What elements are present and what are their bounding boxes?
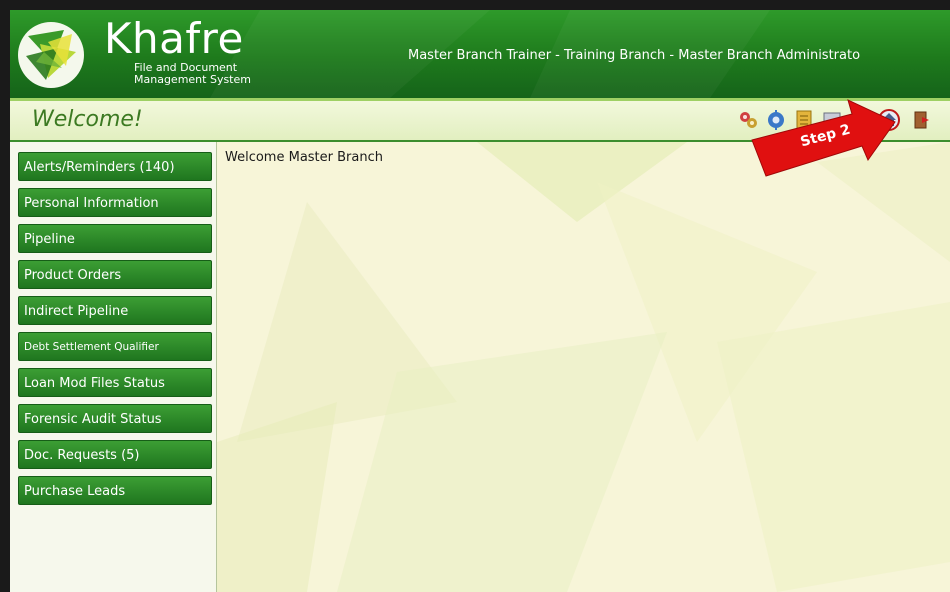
sidebar-item-loan-mod-files-status[interactable]: Loan Mod Files Status <box>18 368 212 397</box>
sidebar-item-indirect-pipeline[interactable]: Indirect Pipeline <box>18 296 212 325</box>
home-icon[interactable] <box>878 109 900 131</box>
page-title: Welcome! <box>32 107 143 132</box>
sidebar-nav: Alerts/Reminders (140) Personal Informat… <box>10 142 217 592</box>
sidebar-item-pipeline[interactable]: Pipeline <box>18 224 212 253</box>
welcome-message: Welcome Master Branch <box>225 150 383 165</box>
app-window: Khafre File and Document Management Syst… <box>0 0 950 592</box>
sidebar-item-product-orders[interactable]: Product Orders <box>18 260 212 289</box>
background-decoration <box>217 142 950 592</box>
sidebar-item-purchase-leads[interactable]: Purchase Leads <box>18 476 212 505</box>
document-icon[interactable] <box>794 110 814 130</box>
user-info: Master Branch Trainer - Training Branch … <box>408 48 861 63</box>
exit-icon[interactable] <box>912 110 932 130</box>
app-header: Khafre File and Document Management Syst… <box>10 10 950 98</box>
sidebar-item-forensic-audit-status[interactable]: Forensic Audit Status <box>18 404 212 433</box>
khafre-logo <box>18 22 84 88</box>
gear-icon[interactable] <box>766 110 786 130</box>
app-subtitle-line2: Management System <box>134 73 251 86</box>
app-title: Khafre <box>104 14 244 63</box>
sidebar-item-debt-settlement-qualifier[interactable]: Debt Settlement Qualifier <box>18 332 212 361</box>
sidebar-item-personal-information[interactable]: Personal Information <box>18 188 212 217</box>
gears-icon[interactable] <box>738 110 758 130</box>
sidebar-item-doc-requests[interactable]: Doc. Requests (5) <box>18 440 212 469</box>
app-subtitle: File and Document Management System <box>134 62 251 86</box>
sidebar-item-alerts-reminders[interactable]: Alerts/Reminders (140) <box>18 152 212 181</box>
main-content: Welcome Master Branch <box>217 142 950 592</box>
